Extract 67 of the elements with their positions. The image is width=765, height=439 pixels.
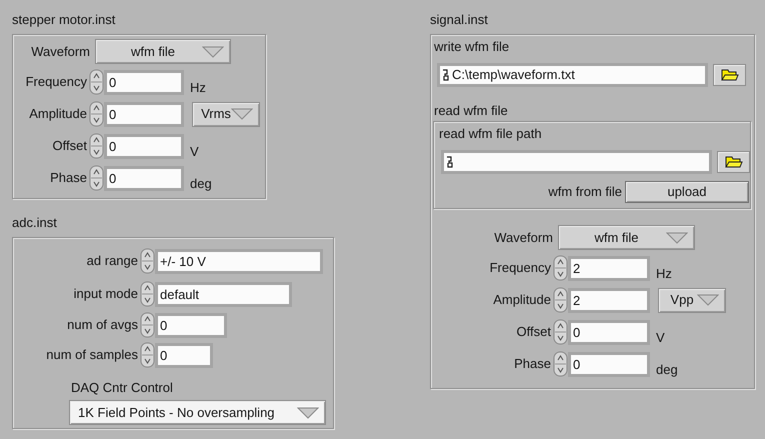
dropdown[interactable]: Vrms [192,102,260,126]
numeric-field[interactable]: 0 [104,166,184,190]
spinner-arrows[interactable] [553,319,568,345]
control-label: Amplitude [28,105,88,124]
control-label: write wfm file [434,38,510,56]
numeric-field[interactable]: 0 [568,320,650,344]
control-label: Waveform [30,42,90,61]
control-label: ad range [86,252,139,270]
cluster-title: signal.inst [430,11,489,29]
numeric-field[interactable]: 2 [568,256,650,280]
spinner-arrows[interactable] [140,312,155,338]
dropdown[interactable]: Vpp [658,288,726,312]
path-icon[interactable] [445,156,454,168]
dropdown[interactable]: 1K Field Points - No oversampling [69,400,326,425]
unit-label: deg [190,174,212,193]
numeric-field[interactable]: 0 [104,70,184,94]
browse-button[interactable] [713,64,746,86]
numeric-field[interactable]: 0 [104,134,184,158]
control-label: Phase [513,355,552,374]
unit-label: deg [656,360,678,379]
control-label: input mode [72,285,139,304]
spinner-arrows[interactable] [553,287,568,313]
numeric-field[interactable]: 0 [155,342,213,368]
numeric-field[interactable]: 0 [155,312,227,338]
path-icon[interactable] [441,69,450,81]
spinner-arrows[interactable] [553,255,568,281]
control-label: Waveform [493,228,553,247]
caret-icon[interactable] [297,406,319,418]
unit-label: V [190,142,199,160]
browse-button[interactable] [717,151,750,173]
numeric-field[interactable]: +/- 10 V [155,248,323,274]
numeric-field[interactable]: 0 [568,352,650,376]
numeric-field[interactable]: default [155,282,292,306]
cluster-title: adc.inst [12,214,58,232]
control-label: Frequency [24,73,88,92]
path-field[interactable]: C:\temp\waveform.txt [437,63,708,87]
control-label: wfm from file [548,183,622,202]
folder-icon[interactable] [720,69,738,81]
control-label: Phase [49,169,88,188]
numeric-field[interactable]: 0 [104,102,184,126]
control-label: Offset [52,137,88,156]
unit-label: V [656,328,665,346]
path-field[interactable] [441,150,712,174]
control-label: Offset [516,323,552,342]
spinner-arrows[interactable] [89,101,104,127]
unit-label: Hz [656,264,672,282]
unit-label: Hz [190,78,206,96]
dropdown[interactable]: wfm file [558,225,695,250]
dropdown[interactable]: wfm file [95,39,231,64]
spinner-arrows[interactable] [140,248,155,274]
numeric-field[interactable]: 2 [568,288,650,312]
control-label: read wfm file [434,102,509,120]
spinner-arrows[interactable] [89,69,104,95]
control-label: num of samples [45,346,139,364]
control-label: num of avgs [66,316,139,334]
control-label: DAQ Cntr Control [71,379,174,397]
cluster-title: stepper motor.inst [12,11,116,29]
spinner-arrows[interactable] [140,342,155,368]
control-label: read wfm file path [439,125,543,143]
folder-icon[interactable] [724,156,742,168]
spinner-arrows[interactable] [140,281,155,307]
spinner-arrows[interactable] [89,133,104,159]
control-label: Amplitude [492,291,552,310]
control-label: Frequency [488,259,552,278]
spinner-arrows[interactable] [89,165,104,191]
upload-button[interactable]: upload [625,181,749,203]
spinner-arrows[interactable] [553,351,568,377]
